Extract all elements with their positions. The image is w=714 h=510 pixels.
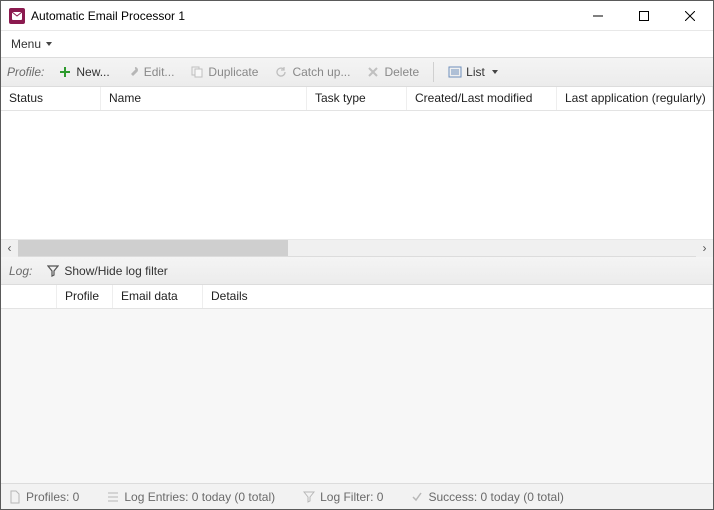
new-button[interactable]: New... (52, 63, 115, 81)
log-grid-body[interactable] (1, 309, 713, 483)
wrench-icon (126, 65, 140, 79)
status-log-entries: Log Entries: 0 today (0 total) (107, 490, 275, 504)
refresh-icon (274, 65, 288, 79)
horizontal-scrollbar[interactable]: ‹ › (1, 239, 713, 256)
column-task-type[interactable]: Task type (307, 87, 407, 110)
profiles-grid-header: Status Name Task type Created/Last modif… (1, 87, 713, 111)
menu-dropdown[interactable]: Menu (7, 35, 56, 53)
maximize-button[interactable] (621, 1, 667, 31)
check-icon (411, 491, 423, 503)
profile-label: Profile: (7, 65, 44, 79)
duplicate-button[interactable]: Duplicate (184, 63, 264, 81)
title-bar: Automatic Email Processor 1 (1, 1, 713, 31)
status-success-text: Success: 0 today (0 total) (428, 490, 563, 504)
show-hide-log-filter-label: Show/Hide log filter (64, 264, 167, 278)
list-icon (107, 491, 119, 503)
delete-label: Delete (384, 65, 419, 79)
status-bar: Profiles: 0 Log Entries: 0 today (0 tota… (1, 483, 713, 509)
status-profiles-text: Profiles: 0 (26, 490, 79, 504)
column-name[interactable]: Name (101, 87, 307, 110)
column-last-application[interactable]: Last application (regularly) (557, 87, 713, 110)
status-log-filter-text: Log Filter: 0 (320, 490, 383, 504)
document-icon (9, 490, 21, 504)
status-profiles: Profiles: 0 (9, 490, 79, 504)
filter-icon (303, 491, 315, 503)
column-created-modified[interactable]: Created/Last modified (407, 87, 557, 110)
menu-bar: Menu (1, 31, 713, 57)
status-success: Success: 0 today (0 total) (411, 490, 563, 504)
column-log-icon[interactable] (1, 285, 57, 308)
duplicate-icon (190, 65, 204, 79)
filter-icon (46, 264, 60, 278)
delete-button[interactable]: Delete (360, 63, 425, 81)
new-label: New... (76, 65, 109, 79)
plus-icon (58, 65, 72, 79)
window-title: Automatic Email Processor 1 (31, 9, 185, 23)
menu-label: Menu (11, 37, 41, 51)
scroll-left-arrow[interactable]: ‹ (1, 240, 18, 257)
app-icon (9, 8, 25, 24)
column-details[interactable]: Details (203, 285, 713, 308)
app-window: Automatic Email Processor 1 Menu Profile… (0, 0, 714, 510)
list-label: List (466, 65, 485, 79)
log-label: Log: (9, 264, 32, 278)
column-status[interactable]: Status (1, 87, 101, 110)
scroll-right-arrow[interactable]: › (696, 240, 713, 257)
chevron-down-icon (492, 70, 498, 74)
chevron-down-icon (46, 42, 52, 46)
edit-button[interactable]: Edit... (120, 63, 181, 81)
column-email-data[interactable]: Email data (113, 285, 203, 308)
profiles-grid: Status Name Task type Created/Last modif… (1, 87, 713, 257)
list-icon (448, 65, 462, 79)
close-button[interactable] (667, 1, 713, 31)
edit-label: Edit... (144, 65, 175, 79)
delete-icon (366, 65, 380, 79)
log-grid-header: Profile Email data Details (1, 285, 713, 309)
status-log-entries-text: Log Entries: 0 today (0 total) (124, 490, 275, 504)
log-grid: Profile Email data Details (1, 285, 713, 483)
duplicate-label: Duplicate (208, 65, 258, 79)
catch-up-button[interactable]: Catch up... (268, 63, 356, 81)
profiles-grid-body[interactable] (1, 111, 713, 239)
list-dropdown[interactable]: List (442, 63, 504, 81)
show-hide-log-filter-button[interactable]: Show/Hide log filter (40, 262, 173, 280)
scroll-track[interactable] (18, 240, 696, 256)
scroll-thumb[interactable] (18, 240, 288, 256)
minimize-button[interactable] (575, 1, 621, 31)
profile-toolbar: Profile: New... Edit... Duplicate Catch … (1, 57, 713, 87)
log-toolbar: Log: Show/Hide log filter (1, 257, 713, 285)
toolbar-separator (433, 62, 434, 82)
status-log-filter: Log Filter: 0 (303, 490, 383, 504)
column-profile[interactable]: Profile (57, 285, 113, 308)
catch-up-label: Catch up... (292, 65, 350, 79)
